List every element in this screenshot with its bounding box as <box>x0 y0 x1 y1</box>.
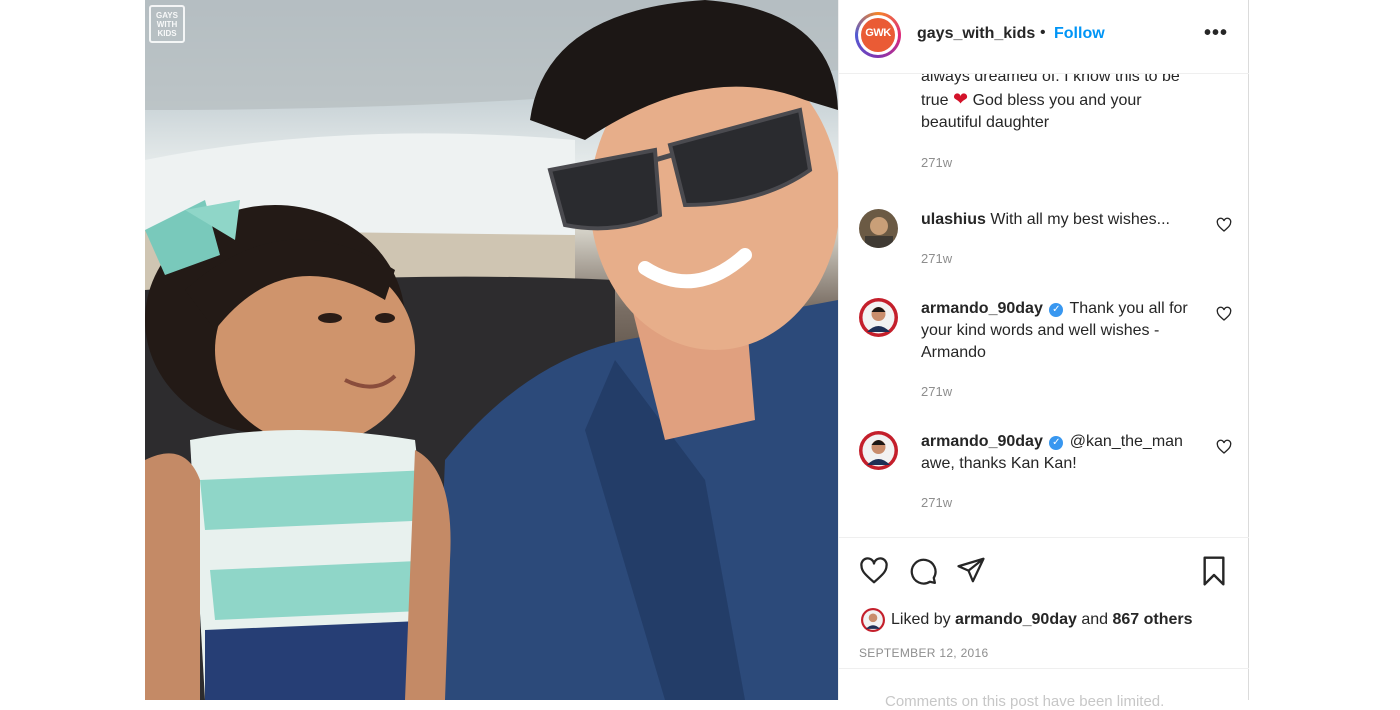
comment-area: Comments on this post have been limited. <box>839 668 1249 710</box>
watermark-logo: GAYS WITH KIDS <box>149 5 185 43</box>
commenter-username[interactable]: armando_90day <box>921 300 1043 317</box>
commenter-username[interactable]: armando_90day <box>921 433 1043 450</box>
comment-icon[interactable] <box>907 556 939 586</box>
post-date[interactable]: SEPTEMBER 12, 2016 <box>859 646 988 660</box>
comments-list[interactable]: always dreamed of. I know this to be tru… <box>839 74 1249 536</box>
comments-limited-notice: Comments on this post have been limited. <box>885 693 1165 710</box>
commenter-username[interactable]: ulashius <box>921 211 986 228</box>
comment-text: armando_90day ✓ Thank you all for your k… <box>921 298 1201 364</box>
post-header: GWK gays_with_kids • Follow ••• <box>839 0 1249 74</box>
heart-icon[interactable] <box>858 556 890 586</box>
red-heart-emoji: ❤ <box>953 89 969 109</box>
follow-button[interactable]: Follow <box>1054 25 1105 43</box>
comment-time[interactable]: 271w <box>921 495 952 510</box>
liker-username[interactable]: armando_90day <box>955 611 1077 628</box>
account-logo: GWK <box>861 18 895 52</box>
account-avatar[interactable]: GWK <box>855 12 901 58</box>
post-actions: Liked by armando_90day and 867 others SE… <box>839 537 1249 710</box>
commenter-avatar[interactable] <box>859 298 898 337</box>
comment-time[interactable]: 271w <box>921 155 952 170</box>
post-side-panel: GWK gays_with_kids • Follow ••• always d… <box>838 0 1249 710</box>
verified-badge-icon: ✓ <box>1049 303 1064 317</box>
account-username[interactable]: gays_with_kids <box>917 25 1035 43</box>
commenter-avatar[interactable] <box>859 431 898 470</box>
comment-like-heart-icon[interactable] <box>1216 217 1232 233</box>
post-photo[interactable]: GAYS WITH KIDS <box>145 0 838 700</box>
share-icon[interactable] <box>955 555 987 585</box>
comment-body: With all my best wishes... <box>990 211 1170 228</box>
comment-time[interactable]: 271w <box>921 251 952 266</box>
likes-prefix: Liked by <box>891 611 951 628</box>
liker-avatar[interactable] <box>861 608 885 632</box>
likes-conjunction: and <box>1081 611 1109 628</box>
commenter-avatar[interactable] <box>859 209 898 248</box>
photo-illustration <box>145 0 838 700</box>
comment-like-heart-icon[interactable] <box>1216 439 1232 455</box>
comment-text: ulashius With all my best wishes... <box>921 209 1201 231</box>
likes-others-link[interactable]: 867 others <box>1113 611 1193 628</box>
comment-text: always dreamed of. I know this to be tru… <box>921 74 1201 134</box>
comment-time[interactable]: 271w <box>921 384 952 399</box>
verified-badge-icon: ✓ <box>1049 436 1064 450</box>
likes-summary: Liked by armando_90day and 867 others <box>891 611 1193 629</box>
bookmark-icon[interactable] <box>1198 554 1230 588</box>
more-options-icon[interactable]: ••• <box>1204 22 1228 45</box>
separator-dot: • <box>1040 24 1046 41</box>
comment-like-heart-icon[interactable] <box>1216 306 1232 322</box>
comment-text: armando_90day ✓ @kan_the_man awe, thanks… <box>921 431 1201 475</box>
